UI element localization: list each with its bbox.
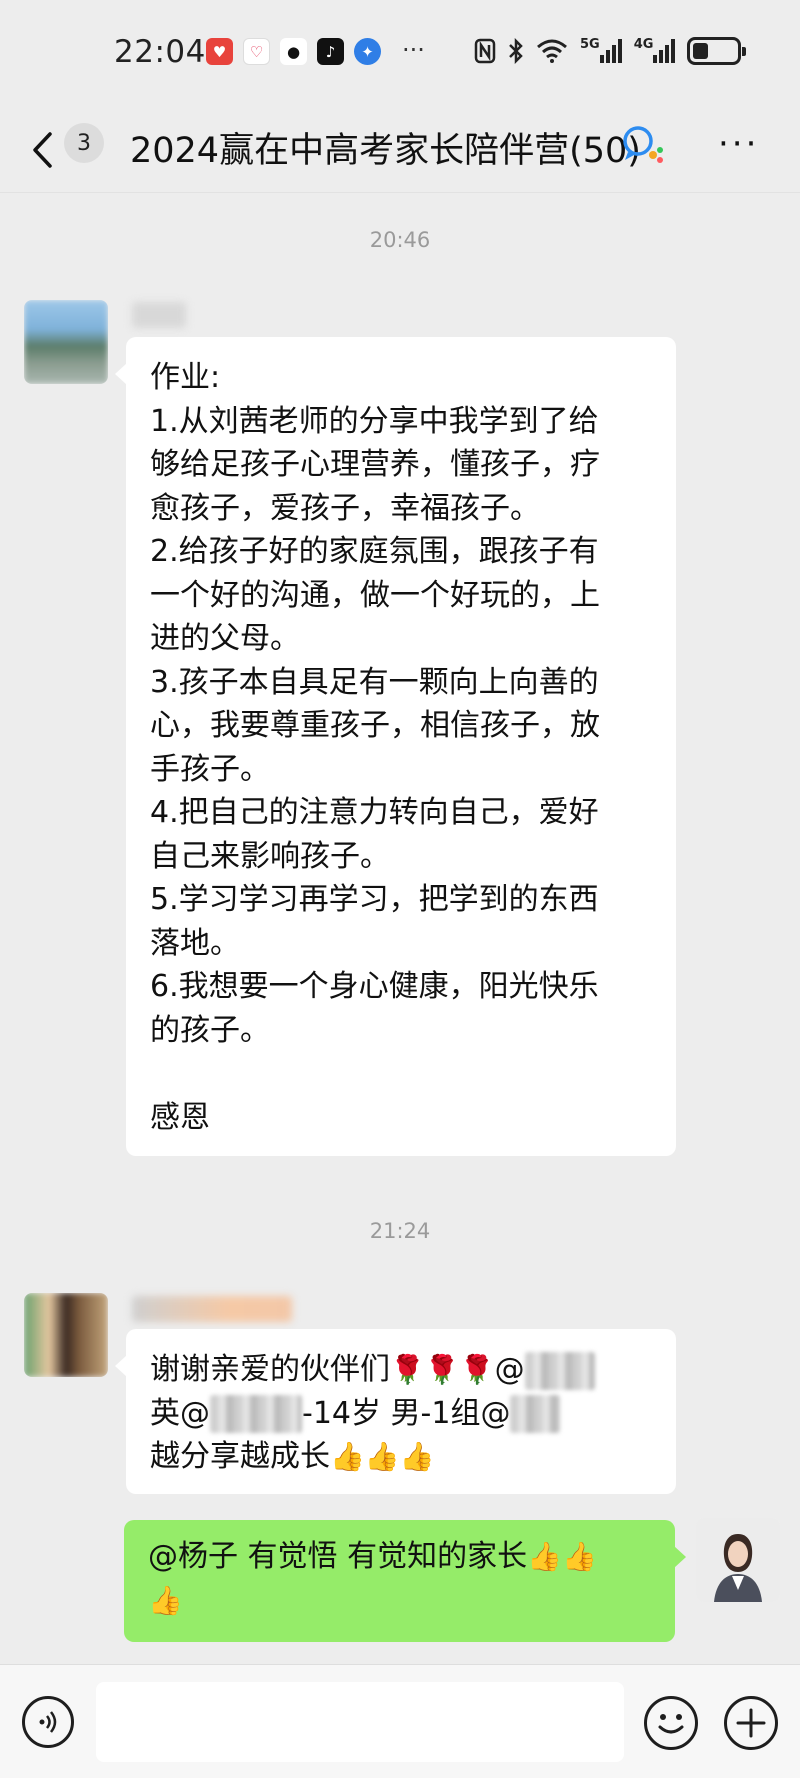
message-bubble[interactable]: 作业: 1.从刘茜老师的分享中我学到了给 够给足孩子心理营养，懂孩子，疗 愈孩子… bbox=[115, 337, 676, 1156]
notification-icons: ♥ ♡ ● ♪ ✦ bbox=[206, 38, 381, 65]
signal-5g-icon: 5G bbox=[580, 36, 622, 66]
message-line: 手孩子。 bbox=[150, 751, 270, 787]
message-text: @杨子 有觉悟 有觉知的家长 bbox=[148, 1539, 528, 1574]
message-line: 作业: bbox=[150, 360, 221, 395]
message-text: -14岁 男-1组@ bbox=[302, 1395, 511, 1431]
mention-text[interactable]: @ bbox=[495, 1352, 525, 1387]
message-input[interactable] bbox=[96, 1682, 624, 1762]
message-line: 英@ -14岁 男-1组@ bbox=[150, 1392, 652, 1436]
status-bar: 22:04 ♥ ♡ ● ♪ ✦ ··· 5G 4G bbox=[0, 0, 800, 105]
thumbs-up-emoji: 👍 bbox=[527, 1540, 562, 1573]
message-line: 进的父母。 bbox=[150, 621, 300, 656]
message-line: 5.学习学习再学习，把学到的东西 bbox=[150, 882, 599, 917]
thumbs-up-emoji: 👍 bbox=[399, 1440, 435, 1473]
avatar[interactable] bbox=[24, 1293, 108, 1377]
rose-emoji: 🌹 bbox=[424, 1353, 460, 1386]
thumbs-up-emoji: 👍 bbox=[330, 1440, 365, 1473]
chat-title[interactable]: 2024赢在中高考家长陪伴营(50) bbox=[130, 122, 641, 173]
message-line: 的孩子。 bbox=[150, 1012, 270, 1048]
message-line: 一个好的沟通，做一个好玩的，上 bbox=[150, 577, 600, 613]
rose-emoji: 🌹 bbox=[390, 1353, 425, 1386]
avatar[interactable] bbox=[24, 300, 108, 384]
thumbs-up-emoji: 👍 bbox=[148, 1583, 183, 1617]
message-line bbox=[150, 1052, 652, 1096]
nfc-icon bbox=[474, 36, 496, 66]
more-notifications-icon: ··· bbox=[402, 36, 425, 64]
message-line: 3.孩子本自具足有一颗向上向善的 bbox=[150, 664, 599, 700]
tiktok-icon: ♪ bbox=[317, 38, 344, 65]
message-timestamp: 20:46 bbox=[369, 228, 431, 252]
app-notification-icon: ♥ bbox=[206, 38, 233, 65]
browser-icon: ✦ bbox=[354, 38, 381, 65]
message-line: 越分享越成长👍👍👍 bbox=[150, 1435, 652, 1479]
message-line: 心，我要尊重孩子，相信孩子，放 bbox=[150, 708, 600, 743]
system-status-icons: 5G 4G bbox=[474, 36, 747, 66]
message-line: 够给足孩子心理营养，懂孩子，疗 bbox=[150, 447, 600, 482]
message-line: 2.给孩子好的家庭氛围，跟孩子有 bbox=[150, 534, 599, 569]
message-line: 6.我想要一个身心健康，阳光快乐 bbox=[150, 969, 599, 1004]
message-line: 落地。 bbox=[150, 925, 240, 961]
bluetooth-icon bbox=[508, 36, 524, 66]
message-bubble[interactable]: 谢谢亲爱的伙伴们🌹🌹🌹@ 英@ -14岁 男-1组@ 越分享越成长👍👍👍 bbox=[115, 1329, 676, 1494]
plus-icon[interactable] bbox=[724, 1696, 778, 1750]
emoji-icon[interactable] bbox=[644, 1696, 698, 1750]
rose-emoji: 🌹 bbox=[459, 1353, 495, 1386]
message-line: 4.把自己的注意力转向自己，爱好 bbox=[150, 795, 599, 830]
message-line: 自己来影响孩子。 bbox=[150, 838, 390, 874]
message-bubble-self[interactable]: @杨子 有觉悟 有觉知的家长👍👍 👍 bbox=[124, 1520, 686, 1642]
message-timestamp: 21:24 bbox=[369, 1219, 431, 1243]
redacted-name bbox=[210, 1395, 302, 1433]
wifi-icon bbox=[536, 36, 568, 66]
message-text: 越分享越成长 bbox=[150, 1439, 330, 1474]
voice-icon[interactable] bbox=[22, 1696, 74, 1748]
qq-icon: ● bbox=[280, 38, 307, 65]
chevron-left-icon[interactable] bbox=[30, 125, 70, 175]
sender-name bbox=[132, 1296, 292, 1322]
header-divider bbox=[0, 192, 800, 193]
message-line: 谢谢亲爱的伙伴们🌹🌹🌹@ bbox=[150, 1348, 652, 1392]
message-line: 👍 bbox=[148, 1579, 651, 1623]
thumbs-up-emoji: 👍 bbox=[364, 1440, 400, 1473]
sender-name bbox=[132, 302, 186, 328]
message-line: @杨子 有觉悟 有觉知的家长👍👍 bbox=[148, 1535, 651, 1579]
more-icon[interactable]: ··· bbox=[718, 124, 759, 164]
heart-app-icon: ♡ bbox=[243, 38, 270, 65]
message-text: 谢谢亲爱的伙伴们 bbox=[150, 1352, 390, 1387]
message-line: 愈孩子，爱孩子，幸福孩子。 bbox=[150, 490, 540, 526]
signal-4g-icon: 4G bbox=[634, 36, 676, 66]
message-line: 感恩 bbox=[150, 1099, 210, 1135]
unread-count-badge[interactable]: 3 bbox=[64, 123, 104, 163]
battery-icon bbox=[687, 37, 747, 65]
group-chat-icon bbox=[620, 122, 664, 166]
self-avatar[interactable] bbox=[696, 1518, 780, 1602]
message-text: 英@ bbox=[150, 1395, 210, 1431]
redacted-name bbox=[510, 1395, 561, 1433]
thumbs-up-emoji: 👍 bbox=[561, 1540, 597, 1573]
redacted-name bbox=[524, 1351, 595, 1390]
message-line: 1.从刘茜老师的分享中我学到了给 bbox=[150, 403, 599, 439]
status-time: 22:04 bbox=[114, 34, 206, 70]
